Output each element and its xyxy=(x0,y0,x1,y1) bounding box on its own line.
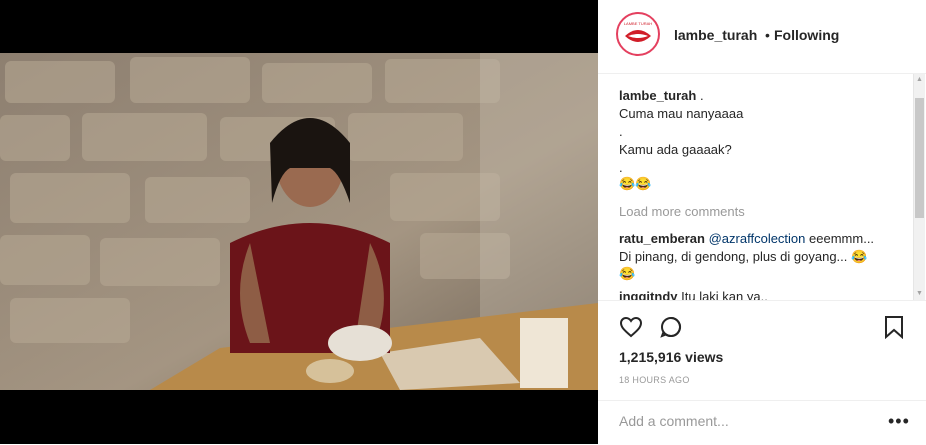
post-header: LAMBE TURAH lambe_turah • Following xyxy=(598,0,926,74)
view-count[interactable]: 1,215,916 views xyxy=(619,349,723,365)
comments-list: lambe_turah . Cuma mau nanyaaaa . Kamu a… xyxy=(598,74,912,300)
heart-icon[interactable] xyxy=(619,315,643,339)
scroll-down-icon[interactable]: ▼ xyxy=(914,288,925,300)
caption-line: . xyxy=(619,124,623,139)
post-timestamp[interactable]: 18 HOURS AGO xyxy=(619,375,690,385)
add-comment-bar: Add a comment... ••• xyxy=(598,400,926,445)
comment-username[interactable]: inggitndy xyxy=(619,289,678,300)
avatar[interactable]: LAMBE TURAH xyxy=(616,12,660,56)
scrollbar-thumb[interactable] xyxy=(915,98,924,218)
caption-emoji: 😂😂 xyxy=(619,176,652,191)
scroll-up-icon[interactable]: ▲ xyxy=(914,74,925,86)
comment-username[interactable]: ratu_emberan xyxy=(619,231,705,246)
header-username[interactable]: lambe_turah xyxy=(674,27,757,43)
bookmark-icon[interactable] xyxy=(884,315,904,339)
comments-scrollbar[interactable]: ▲ ▼ xyxy=(913,74,925,300)
add-comment-input[interactable]: Add a comment... xyxy=(619,413,729,429)
comment-text: eeemmm... xyxy=(809,231,875,246)
media-panel xyxy=(0,0,598,444)
caption-header: lambe_turah . xyxy=(619,88,704,104)
avatar-logo-text: LAMBE TURAH xyxy=(624,21,652,26)
comment-mention[interactable]: @azraffcolection xyxy=(709,231,806,246)
comment-icon[interactable] xyxy=(659,315,683,339)
comment-text-line: Di pinang, di gendong, plus di goyang...… xyxy=(619,249,868,264)
video-player[interactable] xyxy=(0,53,598,390)
caption-line: Kamu ada gaaaak? xyxy=(619,142,732,157)
comment-item: inggitndy Itu laki kan ya.. xyxy=(619,289,768,300)
following-button[interactable]: Following xyxy=(774,27,839,43)
comment-text: Itu laki kan ya.. xyxy=(681,289,768,300)
caption-text: . xyxy=(699,88,704,103)
more-options-icon[interactable]: ••• xyxy=(888,411,910,432)
post-sidebar: LAMBE TURAH lambe_turah • Following lamb… xyxy=(598,0,926,444)
comment-item: ratu_emberan @azraffcolection eeemmm... xyxy=(619,231,874,247)
video-frame xyxy=(0,53,598,390)
caption-line: Cuma mau nanyaaaa xyxy=(619,106,744,121)
caption-line: . xyxy=(619,160,623,175)
load-more-comments-button[interactable]: Load more comments xyxy=(619,204,745,220)
caption-username[interactable]: lambe_turah xyxy=(619,88,696,103)
post-actions: 1,215,916 views 18 HOURS AGO xyxy=(598,300,926,411)
header-separator: • xyxy=(765,27,770,43)
comment-emoji: 😂 xyxy=(619,266,636,281)
